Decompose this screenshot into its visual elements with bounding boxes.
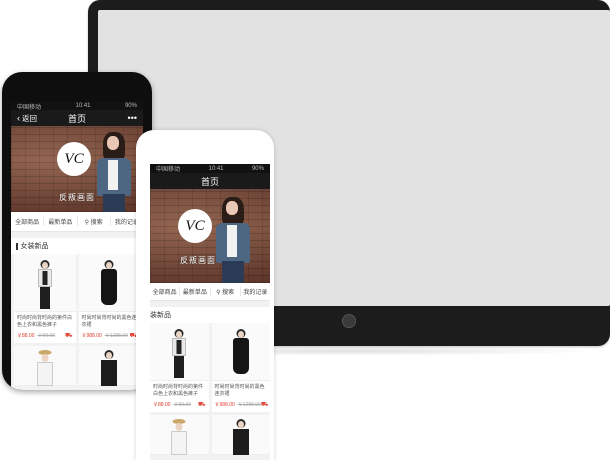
product-desc: 时尚时尚背时尚的黑色连衣裙 [81, 315, 137, 329]
status-bar: 中国移动 10:41 90% [150, 164, 270, 173]
monitor-home-button [342, 314, 356, 328]
tab-search[interactable]: ⚲ 搜索 [211, 287, 241, 296]
product-image [211, 323, 270, 381]
cart-icon[interactable]: ⛟ [198, 401, 206, 409]
product-old-price: ￥99.00 [37, 333, 56, 339]
product-old-price: ￥1288.00 [104, 333, 128, 339]
back-button[interactable]: ‹ 返回 [17, 113, 37, 124]
product-image [211, 414, 270, 455]
product-card[interactable]: 时尚时尚背时尚的第件白色上衣和黑色裤子 ￥88.00 ￥99.00 ⛟ [14, 254, 76, 343]
product-old-price: ￥1288.00 [237, 402, 261, 408]
product-image [78, 254, 140, 312]
product-price: ￥88.00 [153, 402, 171, 408]
product-card[interactable] [14, 345, 76, 386]
product-card[interactable] [211, 414, 270, 455]
android-screen: 中国移动 10:41 90% ‹ 返回 首页 ••• VC 反叛画面 全部商品 … [11, 102, 143, 390]
carrier-label: 中国移动 [156, 167, 181, 173]
cart-icon[interactable]: ⛟ [65, 332, 73, 340]
shop-logo: VC [57, 142, 91, 176]
shop-logo: VC [178, 209, 212, 243]
shop-banner: VC 反叛画面 [11, 126, 143, 212]
more-menu-icon[interactable]: ••• [128, 113, 137, 123]
iphone-screen: 中国移动 10:41 90% 首页 VC 反叛画面 全部商品 最新单品 ⚲ 搜索 [150, 164, 270, 460]
tab-all-products[interactable]: 全部商品 [11, 217, 45, 226]
product-grid: 时尚时尚背时尚的第件白色上衣和黑色裤子 ￥88.00 ￥99.00 ⛟ 时尚时尚… [11, 254, 143, 386]
shop-banner: VC 反叛画面 [150, 189, 270, 283]
logo-text: VC [185, 217, 205, 234]
iphone: 中国移动 10:41 90% 首页 VC 反叛画面 全部商品 最新单品 ⚲ 搜索 [136, 130, 274, 460]
chevron-left-icon: ‹ [17, 112, 20, 123]
product-image [14, 345, 76, 386]
tab-bar: 全部商品 最新单品 ⚲ 搜索 我的记录 [11, 212, 143, 232]
cart-icon[interactable]: ⛟ [261, 401, 269, 409]
product-image [78, 345, 140, 386]
nav-bar: ‹ 返回 首页 ••• [11, 110, 143, 126]
tab-my-records[interactable]: 我的记录 [241, 287, 270, 296]
product-price: ￥988.00 [81, 333, 102, 339]
product-grid: 时尚时尚背时尚的第件白色上衣和黑色裤子 ￥88.00 ￥99.00 ⛟ 时尚时尚… [150, 323, 270, 455]
shop-name: 反叛画面 [180, 256, 216, 265]
product-price: ￥988.00 [214, 402, 235, 408]
product-desc: 时尚时尚背时尚的第件白色上衣和黑色裤子 [17, 315, 73, 329]
logo-text: VC [64, 150, 84, 167]
product-image [150, 323, 209, 381]
tab-bar: 全部商品 最新单品 ⚲ 搜索 我的记录 [150, 283, 270, 301]
tab-new-arrivals[interactable]: 最新单品 [44, 217, 78, 226]
product-desc: 时尚时尚背时尚的第件白色上衣和黑色裤子 [153, 384, 204, 398]
status-bar: 中国移动 10:41 90% [11, 102, 143, 111]
clock: 10:41 [208, 165, 224, 172]
page-title: 首页 [200, 176, 219, 187]
tab-new-arrivals[interactable]: 最新单品 [180, 287, 211, 296]
product-image [14, 254, 76, 312]
section-title: 装新品 [150, 307, 270, 323]
product-card[interactable] [150, 414, 209, 455]
section-title: 女装新品 [11, 238, 143, 254]
battery-label: 90% [124, 103, 137, 109]
product-desc: 时尚时尚背时尚的黑色连衣裙 [214, 384, 265, 398]
search-icon: ⚲ [216, 290, 221, 296]
product-card[interactable]: 时尚时尚背时尚的黑色连衣裙 ￥988.00 ￥1288.00 ⛟ [211, 323, 270, 412]
clock: 10:41 [75, 103, 91, 109]
shop-name: 反叛画面 [59, 193, 95, 202]
product-price: ￥88.00 [17, 333, 35, 339]
product-card[interactable]: 时尚时尚背时尚的第件白色上衣和黑色裤子 ￥88.00 ￥99.00 ⛟ [150, 323, 209, 412]
search-icon: ⚲ [84, 220, 89, 226]
tab-all-products[interactable]: 全部商品 [150, 287, 181, 296]
product-image [150, 414, 209, 455]
product-card[interactable] [78, 345, 140, 386]
model-photo [214, 195, 254, 283]
page-title: 首页 [67, 113, 86, 124]
product-card[interactable]: 时尚时尚背时尚的黑色连衣裙 ￥988.00 ￥1288.00 ⛟ [78, 254, 140, 343]
nav-bar: 首页 [150, 173, 270, 189]
product-old-price: ￥99.00 [173, 402, 192, 408]
back-label: 返回 [22, 113, 37, 123]
tab-search[interactable]: ⚲ 搜索 [78, 217, 111, 226]
battery-label: 90% [251, 165, 264, 172]
model-photo [95, 130, 135, 212]
android-phone: 中国移动 10:41 90% ‹ 返回 首页 ••• VC 反叛画面 全部商品 … [2, 72, 152, 390]
